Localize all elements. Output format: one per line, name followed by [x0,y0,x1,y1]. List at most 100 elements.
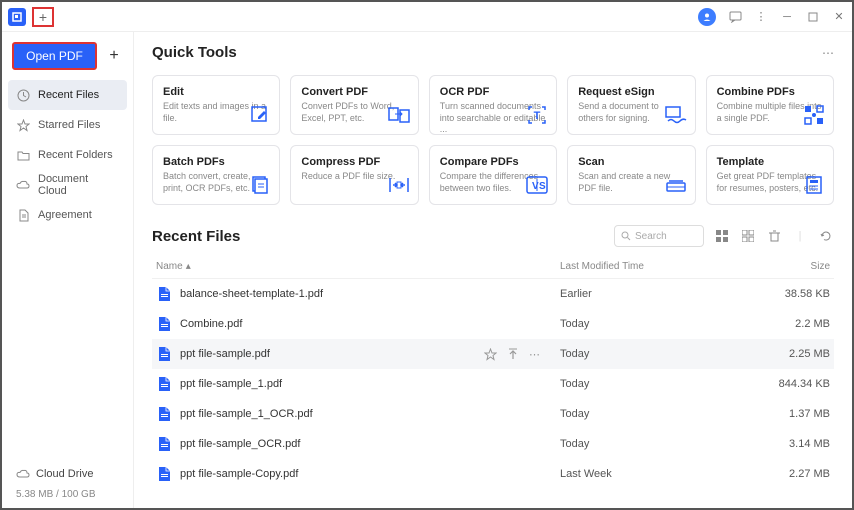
divider: | [792,228,808,244]
scan-icon [665,174,687,196]
file-row[interactable]: balance-sheet-template-1.pdfEarlier38.58… [152,279,834,309]
file-row[interactable]: ppt file-sample_1_OCR.pdfToday1.37 MB [152,399,834,429]
file-name-text: Combine.pdf [180,318,242,330]
svg-text:V: V [532,181,539,192]
sidebar-item-label: Document Cloud [38,173,119,197]
tool-title: Template [717,156,823,168]
sidebar-item-starred-files[interactable]: Starred Files [2,110,133,140]
cloud-drive-link[interactable]: Cloud Drive [2,459,133,489]
sidebar-item-label: Recent Files [38,89,99,101]
sidebar-item-recent-files[interactable]: Recent Files [8,80,127,110]
file-size: 844.34 KB [760,378,830,390]
refresh-icon[interactable] [818,228,834,244]
file-name-text: balance-sheet-template-1.pdf [180,288,323,300]
sidebar-item-document-cloud[interactable]: Document Cloud [2,170,133,200]
file-modified: Last Week [560,468,760,480]
tool-title: Scan [578,156,684,168]
tool-title: Batch PDFs [163,156,269,168]
quick-tools-more-icon[interactable]: ⋯ [822,46,834,60]
user-avatar[interactable] [698,8,716,26]
table-header: Name ▴ Last Modified Time Size [152,261,834,279]
app-icon [8,8,26,26]
pdf-icon [156,376,172,392]
menu-icon[interactable]: ⋮ [754,10,768,24]
file-modified: Earlier [560,288,760,300]
sidebar: Open PDF + Recent Files Starred Files Rece… [2,32,134,508]
column-name[interactable]: Name ▴ [156,261,560,272]
file-row[interactable]: Combine.pdf Today2.2 MB [152,309,834,339]
maximize-button[interactable] [806,10,820,24]
tool-scan[interactable]: ScanScan and create a new PDF file. [567,145,695,205]
file-modified: Today [560,408,760,420]
list-view-icon[interactable] [714,228,730,244]
column-size[interactable]: Size [760,261,830,272]
tool-batch-pdfs[interactable]: Batch PDFsBatch convert, create, print, … [152,145,280,205]
search-input[interactable]: Search [614,225,704,247]
svg-text:T: T [534,110,541,122]
tool-compare-pdfs[interactable]: Compare PDFsCompare the differences betw… [429,145,557,205]
add-button[interactable]: + [105,47,123,65]
file-size: 3.14 MB [760,438,830,450]
tool-title: Request eSign [578,86,684,98]
new-tab-button[interactable]: + [32,7,54,27]
convert-icon [388,104,410,126]
upload-icon[interactable] [507,348,519,361]
pdf-icon [156,316,172,332]
tool-compress-pdf[interactable]: Compress PDFReduce a PDF file size. [290,145,418,205]
tool-title: Compress PDF [301,156,407,168]
file-row[interactable]: ppt file-sample_OCR.pdf Today3.14 MB [152,429,834,459]
pdf-icon [156,466,172,482]
cloud-icon [16,178,30,192]
titlebar: + ⋮ ─ ✕ [2,2,852,32]
feedback-icon[interactable] [728,10,742,24]
tool-edit[interactable]: EditEdit texts and images in a file. [152,75,280,135]
star-icon[interactable] [484,348,497,361]
star-icon [16,118,30,132]
pdf-icon [156,406,172,422]
file-size: 1.37 MB [760,408,830,420]
sidebar-item-agreement[interactable]: Agreement [2,200,133,230]
sort-asc-icon: ▴ [186,261,191,272]
tool-title: OCR PDF [440,86,546,98]
file-modified: Today [560,438,760,450]
sidebar-item-label: Starred Files [38,119,100,131]
file-modified: Today [560,348,760,360]
ocr-icon: T [526,104,548,126]
svg-text:S: S [539,181,546,192]
file-size: 2.27 MB [760,468,830,480]
file-name-text: ppt file-sample_OCR.pdf [180,438,300,450]
grid-view-icon[interactable] [740,228,756,244]
search-placeholder: Search [635,231,667,242]
more-icon[interactable]: ⋯ [529,348,540,361]
recent-files-title: Recent Files [152,228,240,245]
file-row[interactable]: ppt file-sample_1.pdf Today844.34 KB [152,369,834,399]
tool-combine-pdfs[interactable]: Combine PDFsCombine multiple files into … [706,75,834,135]
tool-ocr-pdf[interactable]: OCR PDFTurn scanned documents into searc… [429,75,557,135]
tool-title: Combine PDFs [717,86,823,98]
quick-tools-title: Quick Tools [152,44,237,61]
combine-icon [803,104,825,126]
delete-icon[interactable] [766,228,782,244]
pdf-icon [156,436,172,452]
file-modified: Today [560,318,760,330]
minimize-button[interactable]: ─ [780,10,794,24]
batch-icon [249,174,271,196]
doc-icon [16,208,30,222]
file-row[interactable]: ppt file-sample-Copy.pdfLast Week2.27 MB [152,459,834,489]
sidebar-item-recent-folders[interactable]: Recent Folders [2,140,133,170]
tool-request-esign[interactable]: Request eSignSend a document to others f… [567,75,695,135]
folder-icon [16,148,30,162]
compare-icon: VS [526,174,548,196]
tool-title: Compare PDFs [440,156,546,168]
open-pdf-button[interactable]: Open PDF [12,42,97,70]
tool-template[interactable]: TemplateGet great PDF templates for resu… [706,145,834,205]
content-area: Quick Tools ⋯ EditEdit texts and images … [134,32,852,508]
file-modified: Today [560,378,760,390]
sidebar-item-label: Recent Folders [38,149,113,161]
file-row[interactable]: ppt file-sample.pdf ⋯ Today2.25 MB [152,339,834,369]
close-button[interactable]: ✕ [832,10,846,24]
tool-convert-pdf[interactable]: Convert PDFConvert PDFs to Word, Excel, … [290,75,418,135]
column-modified[interactable]: Last Modified Time [560,261,760,272]
file-name-text: ppt file-sample_1.pdf [180,378,282,390]
file-size: 2.2 MB [760,318,830,330]
